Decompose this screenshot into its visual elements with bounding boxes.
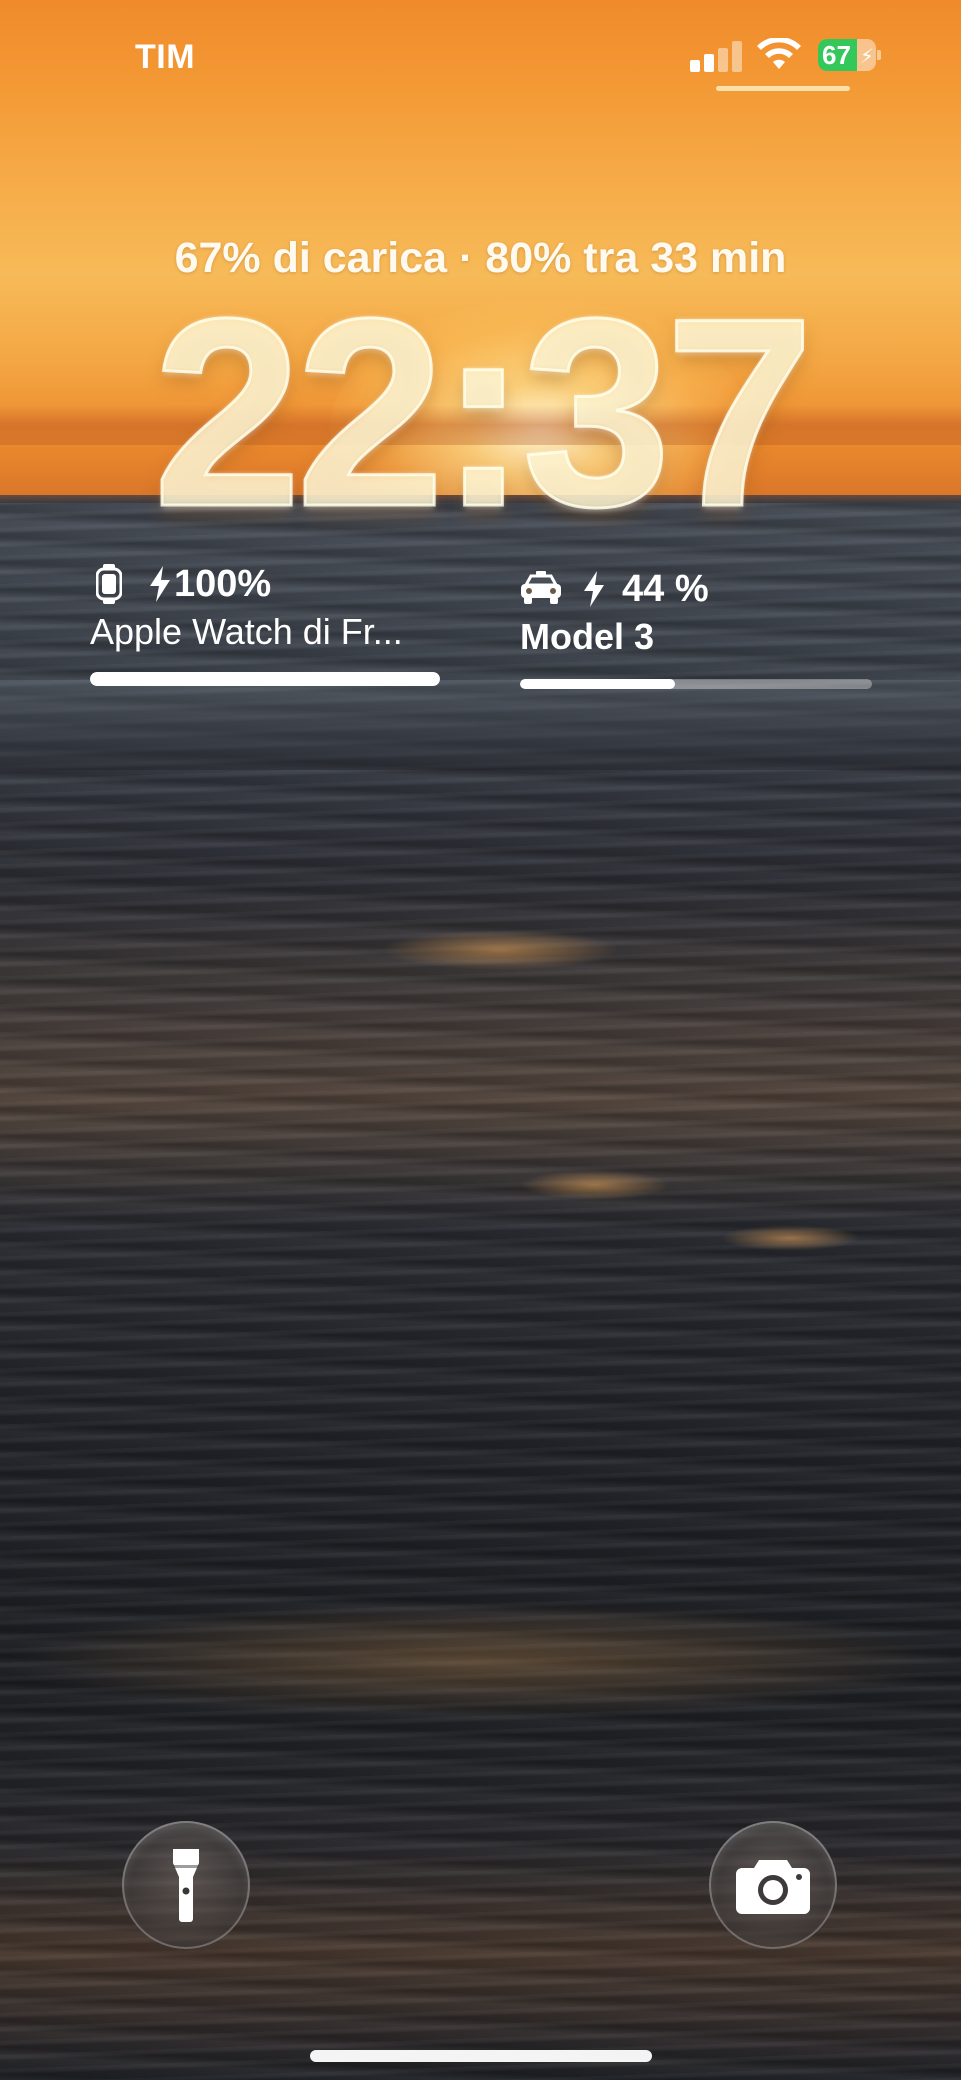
home-indicator[interactable] [310, 2050, 652, 2062]
watch-battery-bar [90, 672, 440, 686]
wallpaper-waves [0, 680, 961, 770]
cellular-signal-icon [690, 40, 744, 72]
charging-bolt-icon: ⚡ [860, 46, 875, 68]
camera-button[interactable] [709, 1821, 837, 1949]
wallpaper-reflection [380, 930, 620, 970]
lock-screen: TIM 67 ⚡ 67% di carica · 80% tra 33 min … [0, 0, 961, 2080]
bolt-icon [584, 571, 604, 607]
flashlight-button[interactable] [122, 1821, 250, 1949]
battery-indicator: 67 ⚡ [818, 39, 881, 71]
bolt-icon [150, 566, 170, 602]
car-icon [521, 571, 561, 604]
status-bar[interactable]: TIM 67 ⚡ [0, 0, 961, 110]
watch-icon [96, 564, 122, 604]
car-battery-percent: 44 % [622, 568, 709, 610]
control-center-indicator[interactable] [716, 86, 850, 91]
car-model-name: Model 3 [520, 616, 655, 657]
apple-watch-battery-widget[interactable]: 100% Apple Watch di Fr... [90, 560, 440, 686]
watch-device-name: Apple Watch di Fr... [90, 611, 403, 652]
wifi-icon [757, 38, 801, 69]
battery-level: 67 [822, 40, 851, 70]
wallpaper-reflection [720, 1225, 860, 1251]
car-battery-bar [520, 679, 872, 689]
carrier-name: TIM [135, 38, 196, 76]
lock-screen-clock[interactable]: 22:37 [0, 271, 961, 554]
tesla-battery-widget[interactable]: 44 % Model 3 [520, 565, 872, 689]
wallpaper-reflection [520, 1170, 670, 1200]
camera-icon [736, 1860, 810, 1914]
wallpaper-reflection [0, 1600, 961, 1720]
flashlight-icon [173, 1849, 199, 1922]
watch-battery-percent: 100% [174, 563, 272, 605]
